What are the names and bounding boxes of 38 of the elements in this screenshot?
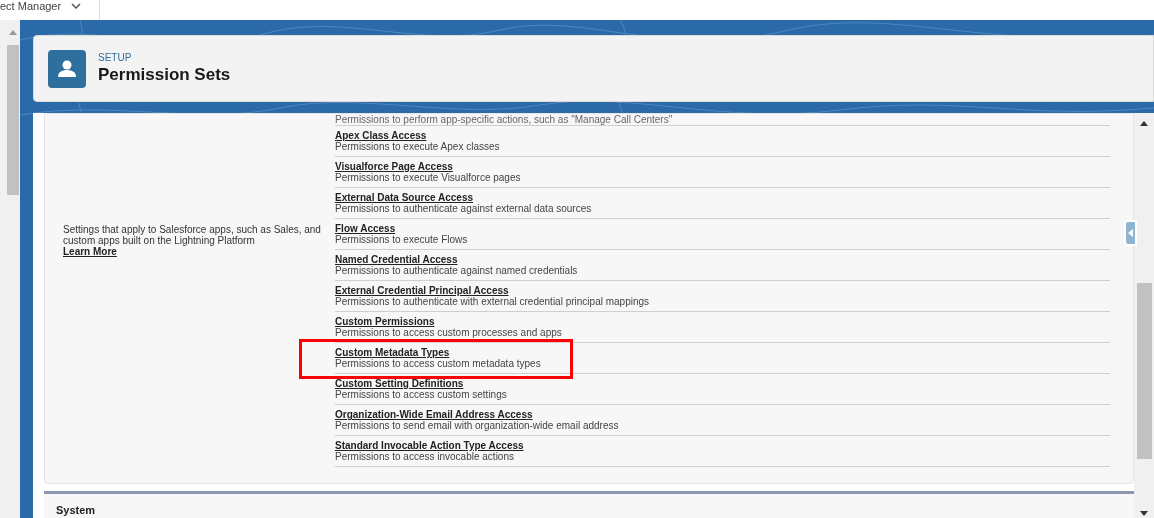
scrollbar-thumb[interactable] [7, 45, 19, 195]
permission-description: Permissions to authenticate with external credential principal mappings [335, 296, 651, 307]
permission-link[interactable]: Visualforce Page Access [335, 161, 453, 172]
permission-description: Permissions to authenticate against named credentials [335, 265, 579, 276]
user-icon [48, 49, 86, 88]
app-menu-label[interactable]: ect Manager [0, 0, 62, 13]
permission-description: Permissions to access custom settings [335, 389, 508, 400]
permission-description: Permissions to execute Visualforce pages [335, 172, 522, 183]
scroll-down-icon[interactable] [1140, 511, 1148, 516]
permission-link[interactable]: Custom Metadata Types [335, 347, 450, 358]
content-scrollbar[interactable] [1134, 113, 1154, 518]
header-eyebrow: SETUP [98, 51, 133, 64]
chevron-down-icon[interactable] [71, 3, 82, 9]
scrollbar-thumb[interactable] [1136, 283, 1152, 459]
learn-more-link[interactable]: Learn More [63, 246, 117, 257]
page-title: Permission Sets [98, 63, 231, 86]
collapse-handle[interactable] [1124, 220, 1137, 246]
permission-description: Permissions to perform app-specific actions, such as "Manage Call Centers" [335, 114, 674, 125]
permission-description: Permissions to send email with organization-wide email address [335, 420, 620, 431]
permission-link[interactable]: Custom Permissions [335, 316, 435, 327]
permission-link[interactable]: External Credential Principal Access [335, 285, 509, 296]
page-scrollbar[interactable] [0, 20, 20, 518]
permission-description: Permissions to execute Apex classes [335, 141, 501, 152]
permission-link[interactable]: External Data Source Access [335, 192, 474, 203]
permission-description: Permissions to access custom metadata types [335, 358, 542, 369]
section-description: Settings that apply to Salesforce apps, such as Sales, and custom apps built on the Lightning Platform [63, 224, 322, 246]
permission-link[interactable]: Apex Class Access [335, 130, 427, 141]
permission-link[interactable]: Named Credential Access [335, 254, 458, 265]
scroll-up-icon[interactable] [1140, 121, 1148, 126]
permission-description: Permissions to authenticate against external data sources [335, 203, 593, 214]
section-title: System [56, 504, 96, 516]
permission-link[interactable]: Flow Access [335, 223, 396, 234]
permission-link[interactable]: Standard Invocable Action Type Access [335, 440, 524, 451]
permission-description: Permissions to access invocable actions [335, 451, 515, 462]
permission-description: Permissions to execute Flows [335, 234, 469, 245]
permission-link[interactable]: Organization-Wide Email Address Access [335, 409, 533, 420]
permission-link[interactable]: Custom Setting Definitions [335, 378, 464, 389]
permission-description: Permissions to access custom processes and apps [335, 327, 563, 338]
